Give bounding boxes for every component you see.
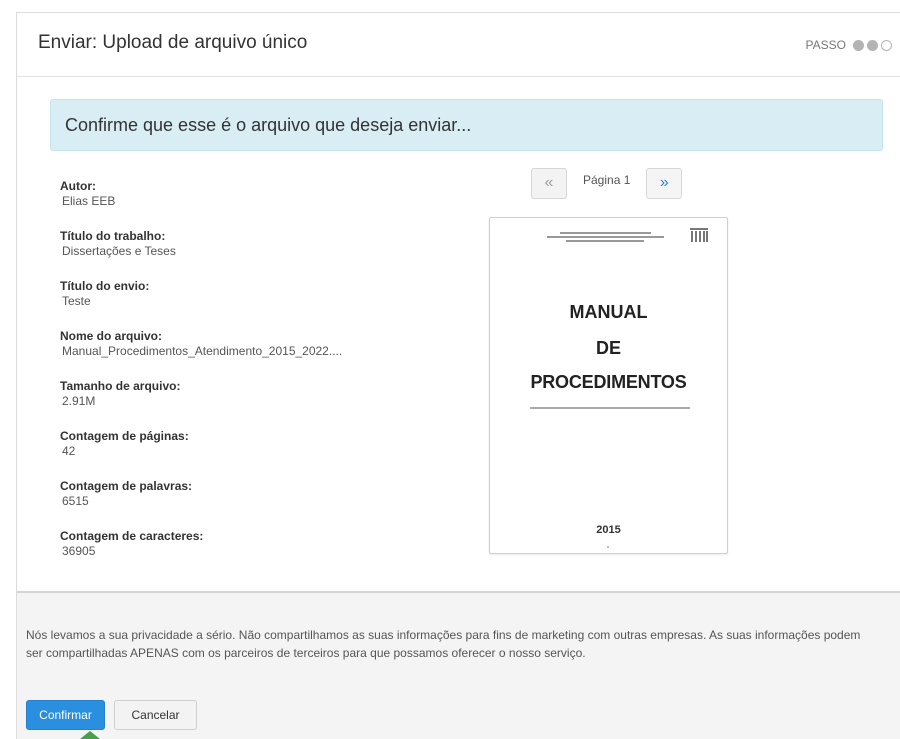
meta-label: Contagem de caracteres: [60, 529, 204, 543]
preview-title-line: PROCEDIMENTOS [530, 372, 687, 392]
meta-submission-title: Título do envio: Teste [60, 279, 400, 329]
dialog-actions: Confirmar Cancelar [26, 700, 197, 730]
meta-value: 42 [62, 444, 76, 458]
pointer-arrow-icon [80, 731, 100, 739]
meta-label: Contagem de páginas: [60, 429, 189, 443]
meta-work-title: Título do trabalho: Dissertações e Teses [60, 229, 400, 279]
preview-title-line: DE [595, 338, 621, 358]
meta-value: 6515 [62, 494, 89, 508]
meta-value: Elias EEB [62, 194, 116, 208]
meta-label: Autor: [60, 179, 96, 193]
step-dot-complete-icon [867, 39, 878, 51]
meta-label: Nome do arquivo: [60, 329, 163, 343]
preview-pager: « Página 1 » [531, 167, 683, 199]
preview-header-text-lines [540, 230, 670, 244]
meta-label: Título do envio: [60, 279, 150, 293]
meta-value: Dissertações e Teses [62, 244, 176, 258]
meta-label: Título do trabalho: [60, 229, 166, 243]
step-label: PASSO [805, 38, 846, 52]
meta-value: 2.91M [62, 394, 96, 408]
cancel-button[interactable]: Cancelar [114, 700, 197, 730]
step-dot-complete-icon [853, 39, 864, 51]
page-indicator: Página 1 [583, 173, 631, 187]
meta-label: Contagem de palavras: [60, 479, 193, 493]
confirm-banner-text: Confirme que esse é o arquivo que deseja… [65, 115, 472, 135]
dialog-title: Enviar: Upload de arquivo único [38, 32, 308, 53]
dialog-header: Enviar: Upload de arquivo único PASSO [17, 13, 900, 77]
meta-author: Autor: Elias EEB [60, 179, 400, 229]
prev-page-button[interactable]: « [531, 167, 567, 199]
meta-label: Tamanho de arquivo: [60, 379, 181, 393]
meta-char-count: Contagem de caracteres: 36905 [60, 529, 400, 579]
institution-logo-icon [690, 228, 708, 242]
step-indicator: PASSO [806, 38, 892, 52]
confirm-button[interactable]: Confirmar [26, 700, 105, 730]
next-page-button[interactable]: » [646, 167, 683, 199]
preview-title-line: MANUAL [569, 302, 648, 322]
preview-year: 2015 [596, 524, 621, 536]
meta-value: Teste [62, 294, 91, 308]
meta-word-count: Contagem de palavras: 6515 [60, 479, 400, 529]
meta-file-name: Nome do arquivo: Manual_Procedimentos_At… [60, 329, 400, 379]
meta-page-count: Contagem de páginas: 42 [60, 429, 400, 479]
confirm-banner: Confirme que esse é o arquivo que deseja… [50, 99, 883, 151]
document-preview: MANUAL DE PROCEDIMENTOS 2015 [489, 217, 728, 554]
preview-page-dot [607, 546, 609, 548]
privacy-notice: Nós levamos a sua privacidade a sério. N… [26, 628, 861, 660]
file-metadata: Autor: Elias EEB Título do trabalho: Dis… [60, 179, 400, 579]
meta-value: Manual_Procedimentos_Atendimento_2015_20… [62, 344, 343, 358]
meta-file-size: Tamanho de arquivo: 2.91M [60, 379, 400, 429]
preview-subtitle-line [530, 407, 690, 409]
step-dot-pending-icon [881, 39, 892, 51]
meta-value: 36905 [62, 544, 96, 558]
